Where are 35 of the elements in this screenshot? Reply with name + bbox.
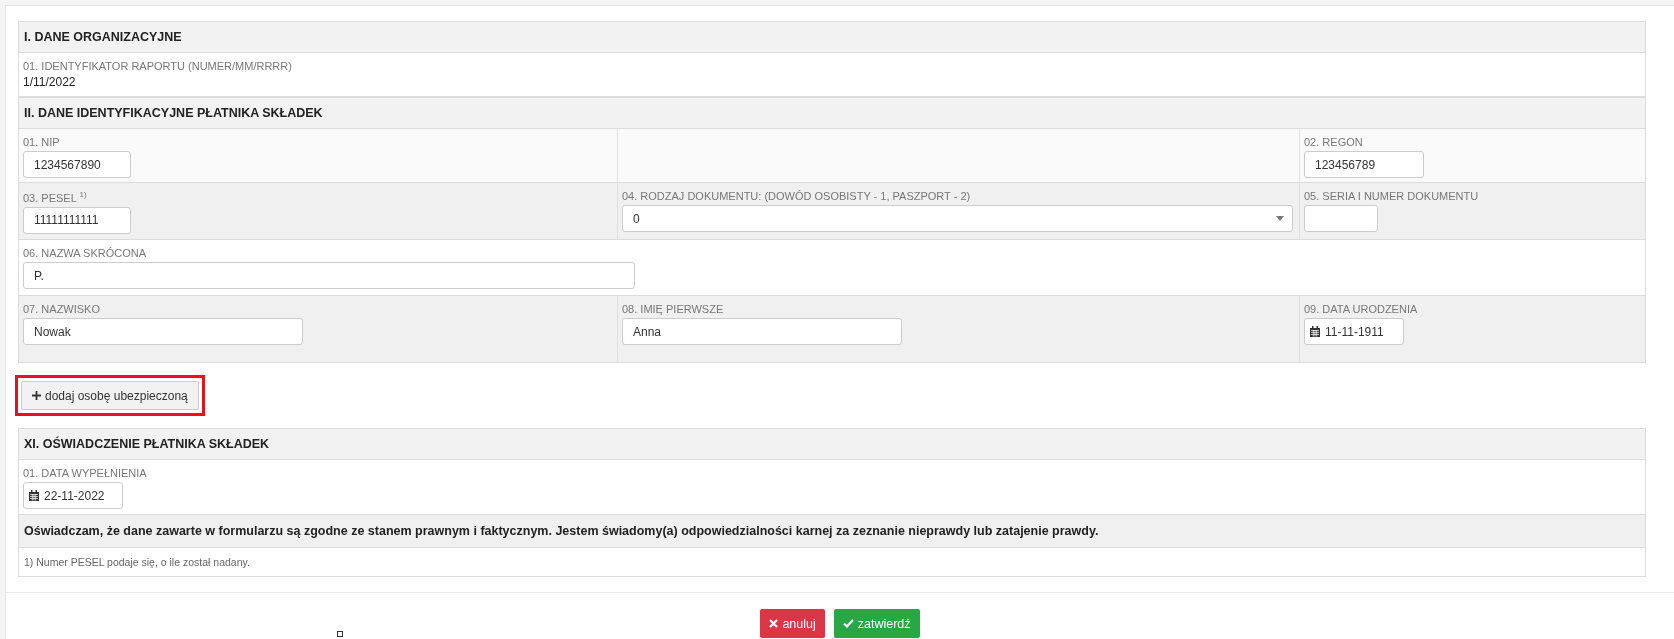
plus-icon [32, 391, 41, 400]
field-value: 1/11/2022 [23, 75, 76, 89]
input-field[interactable]: P. [23, 262, 635, 289]
section-header: XI. OŚWIADCZENIE PŁATNIKA SKŁADEK [19, 429, 1645, 460]
field-label: 02. REGON [1304, 136, 1363, 148]
field-label: 03. PESEL $^{1)}$ [23, 190, 87, 204]
field-label: 09. DATA URODZENIA [1304, 303, 1418, 315]
input-field[interactable]: 1234567890 [23, 151, 131, 178]
calendar-icon [29, 490, 39, 501]
field-label: 01. DATA WYPEŁNIENIA [23, 467, 147, 479]
declaration-text: Oświadczam, że dane zawarte w formularzu są zgodne ze stanem prawnym i faktycznym. Jestem świadomy(a) odpowiedzialności karnej za zeznanie nieprawdy lub zatajenie prawdy. [24, 524, 1099, 538]
field-label: 04. RODZAJ DOKUMENTU: (DOWÓD OSOBISTY - 1, PASZPORT - 2) [622, 190, 971, 202]
field-label: 07. NAZWISKO [23, 303, 101, 315]
input-field[interactable]: Nowak [23, 318, 303, 345]
input-field[interactable]: 123456789 [1304, 151, 1424, 178]
section-header: I. DANE ORGANIZACYJNE [19, 22, 1645, 53]
input-field[interactable]: 11111111111 [23, 206, 131, 234]
field-label: 01. IDENTYFIKATOR RAPORTU (NUMER/MM/RRRR) [23, 60, 292, 72]
cancel-button[interactable]: anuluj [760, 609, 825, 638]
input-field[interactable]: Anna [622, 318, 902, 345]
field-label: 05. SERIA I NUMER DOKUMENTU [1304, 190, 1479, 202]
caret-icon [1276, 216, 1284, 221]
close-icon [769, 619, 779, 628]
section-header: II. DANE IDENTYFIKACYJNE PŁATNIKA SKŁADEK [19, 98, 1645, 129]
date-field[interactable]: 22-11-2022 [23, 482, 123, 509]
input-field[interactable] [1304, 205, 1378, 232]
add-person-button[interactable]: dodaj osobę ubezpieczoną [21, 381, 199, 410]
field-label: 01. NIP [23, 136, 60, 148]
calendar-icon [1310, 326, 1320, 337]
select-field[interactable]: 0 [622, 205, 1293, 232]
check-icon [842, 619, 854, 628]
field-label: 08. IMIĘ PIERWSZE [622, 303, 724, 315]
date-field[interactable]: 11-11-1911 [1304, 318, 1404, 345]
footnote-text: 1) Numer PESEL podaje się, o ile został nadany. [24, 556, 250, 568]
field-label: 06. NAZWA SKRÓCONA [23, 247, 147, 259]
